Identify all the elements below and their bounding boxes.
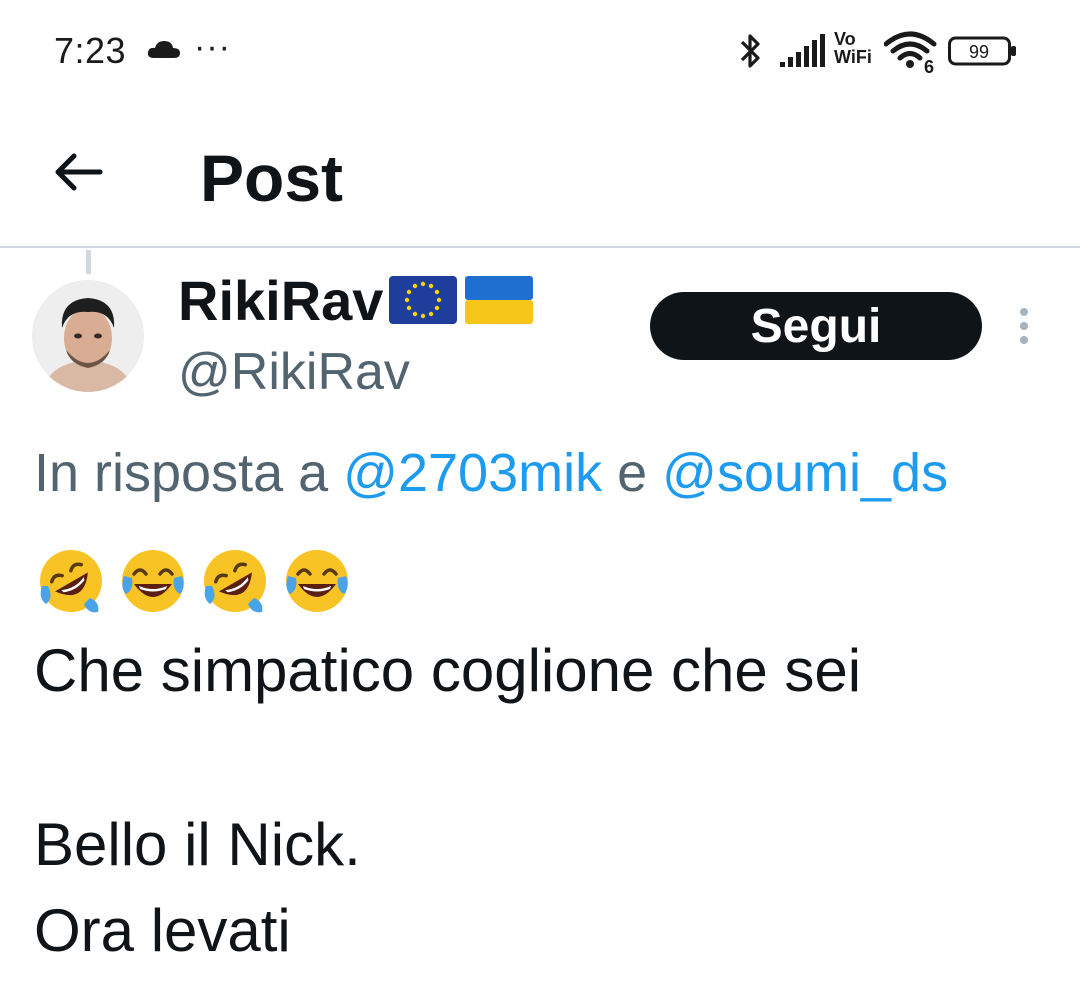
mention-link-2[interactable]: @soumi_ds bbox=[662, 443, 948, 503]
post-text-line: Bello il Nick. bbox=[34, 811, 361, 878]
tears-of-joy-icon bbox=[122, 550, 184, 612]
eu-flag-icon bbox=[389, 276, 458, 324]
reply-joiner: e bbox=[602, 443, 663, 503]
status-bar: 7:23 ··· Vo WiFi 6 99 bbox=[0, 0, 1080, 100]
tears-of-joy-icon bbox=[286, 550, 348, 612]
display-name-row[interactable]: RikiRav bbox=[178, 268, 535, 332]
rolling-on-floor-laughing-icon bbox=[40, 550, 102, 613]
vowifi-top: Vo bbox=[834, 29, 856, 49]
thread-connector bbox=[86, 250, 91, 274]
reply-prefix: In risposta a bbox=[34, 443, 344, 503]
post-text-line: Ora levati bbox=[34, 897, 291, 964]
user-handle[interactable]: @RikiRav bbox=[178, 342, 410, 402]
avatar-image bbox=[32, 280, 144, 392]
reply-context: In risposta a @2703mik e @soumi_ds bbox=[34, 442, 948, 504]
signal-icon bbox=[780, 34, 825, 67]
post-text-line: Che simpatico coglione che sei bbox=[34, 637, 862, 704]
page-title: Post bbox=[200, 141, 344, 215]
wifi-badge: 6 bbox=[924, 57, 934, 74]
wifi-icon: 6 bbox=[884, 31, 937, 74]
mention-link-1[interactable]: @2703mik bbox=[343, 443, 602, 503]
vowifi-indicator: Vo WiFi bbox=[834, 30, 872, 66]
cloud-icon bbox=[147, 41, 180, 58]
post-screen: 7:23 ··· Vo WiFi 6 99 Post RikiRav @Riki… bbox=[0, 0, 1080, 983]
display-name[interactable]: RikiRav bbox=[178, 268, 383, 333]
vowifi-bottom: WiFi bbox=[834, 47, 872, 67]
follow-button[interactable]: Segui bbox=[650, 292, 982, 360]
arrow-left-icon[interactable] bbox=[50, 148, 106, 196]
status-time: 7:23 bbox=[54, 30, 127, 71]
bluetooth-icon bbox=[740, 34, 760, 68]
vertical-dots-icon[interactable] bbox=[1010, 304, 1038, 348]
status-more-dots: ··· bbox=[194, 28, 231, 66]
ukraine-flag-icon bbox=[465, 276, 534, 324]
rolling-on-floor-laughing-icon bbox=[204, 550, 266, 613]
emoji-row bbox=[36, 546, 352, 616]
battery-level: 99 bbox=[969, 42, 989, 62]
avatar[interactable] bbox=[32, 280, 144, 392]
top-app-bar: Post bbox=[0, 100, 1080, 248]
battery-icon: 99 bbox=[948, 36, 1016, 66]
